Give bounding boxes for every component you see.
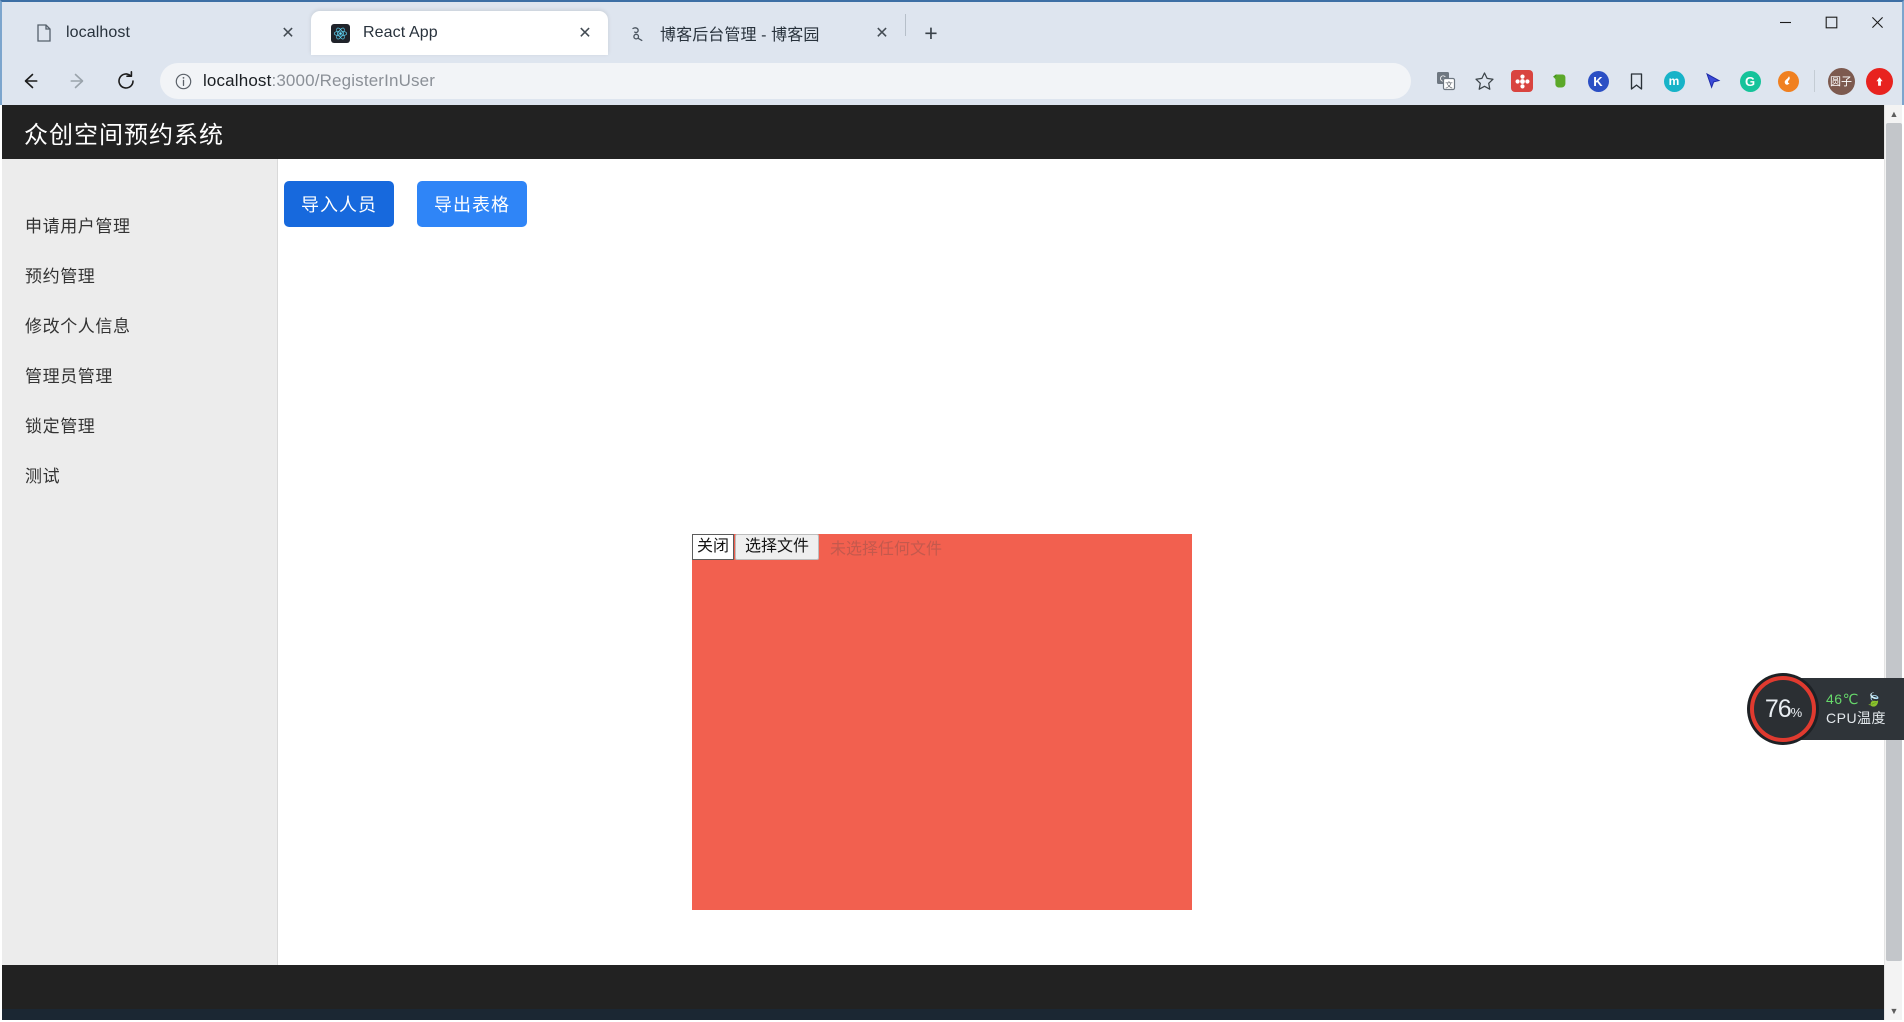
import-personnel-button[interactable]: 导入人员 (284, 181, 394, 227)
tab-strip: localhost ✕ React App ✕ 博客后台管理 - 博客园 ✕ + (2, 4, 1904, 55)
browser-chrome: localhost ✕ React App ✕ 博客后台管理 - 博客园 ✕ +… (0, 0, 1904, 105)
leaf-icon: 🍃 (1865, 691, 1882, 707)
app-body: 申请用户管理 预约管理 修改个人信息 管理员管理 锁定管理 测试 导入人员 导出… (2, 159, 1886, 965)
browser-window: localhost ✕ React App ✕ 博客后台管理 - 博客园 ✕ +… (0, 0, 1904, 1022)
back-button[interactable] (10, 61, 50, 101)
kingsoft-extension-icon[interactable]: K (1581, 64, 1615, 98)
page-scrollbar[interactable]: ▲ ▼ (1884, 105, 1902, 1020)
sidebar-item-reservation-management[interactable]: 预约管理 (2, 249, 277, 299)
tab-label: React App (363, 24, 438, 41)
scrollbar-thumb[interactable] (1886, 123, 1902, 961)
star-icon[interactable] (1467, 64, 1501, 98)
avatar-label: 圆子 (1827, 67, 1855, 95)
cpu-monitor-widget[interactable]: 76% 46℃ 🍃 CPU温度 (1750, 676, 1904, 742)
tab-divider (905, 14, 906, 36)
action-toolbar: 导入人员 导出表格 (278, 181, 1886, 227)
maximize-icon[interactable] (1808, 4, 1854, 40)
cpu-usage-number: 76 (1764, 694, 1792, 723)
address-bar[interactable]: localhost:3000/RegisterInUser (160, 63, 1411, 99)
tab-localhost[interactable]: localhost ✕ (14, 11, 311, 55)
sidebar-item-lock-management[interactable]: 锁定管理 (2, 399, 277, 449)
metamask-extension-icon[interactable]: m (1657, 64, 1691, 98)
grammarly-extension-icon[interactable]: G (1733, 64, 1767, 98)
cpu-temp-row: 46℃ 🍃 (1826, 690, 1886, 709)
profile-avatar-yuanzi[interactable]: 圆子 (1824, 64, 1858, 98)
page-content: 众创空间预约系统 申请用户管理 预约管理 修改个人信息 管理员管理 锁定管理 测… (2, 105, 1886, 1020)
forward-button[interactable] (58, 61, 98, 101)
tab-close-icon[interactable]: ✕ (275, 20, 301, 46)
url-host: localhost (203, 71, 272, 90)
scroll-down-arrow-icon[interactable]: ▼ (1885, 1002, 1903, 1020)
choose-file-button[interactable]: 选择文件 (735, 534, 820, 560)
react-icon (331, 23, 350, 43)
reload-button[interactable] (106, 61, 146, 101)
sidebar-item-edit-profile[interactable]: 修改个人信息 (2, 299, 277, 349)
page-icon (34, 24, 53, 43)
tab-close-icon[interactable]: ✕ (869, 20, 895, 46)
bookmark-manager-icon[interactable] (1619, 64, 1653, 98)
translate-icon[interactable]: G 文 (1429, 64, 1463, 98)
app-title: 众创空间预约系统 (24, 121, 224, 149)
main-content: 导入人员 导出表格 关闭 选择文件 未选择任何文件 (278, 159, 1886, 965)
cpu-usage-gauge: 76% (1750, 676, 1816, 742)
evernote-extension-icon[interactable] (1543, 64, 1577, 98)
no-file-selected-label: 未选择任何文件 (830, 541, 943, 558)
profile-avatar-red[interactable] (1862, 64, 1896, 98)
cpu-stats: 46℃ 🍃 CPU温度 (1826, 690, 1886, 728)
upload-dialog-toolbar: 关闭 选择文件 未选择任何文件 (692, 534, 1192, 560)
tab-react-app[interactable]: React App ✕ (311, 11, 608, 55)
browser-toolbar: localhost:3000/RegisterInUser G 文 K m G … (2, 55, 1904, 107)
omnibox-actions: G 文 (1427, 64, 1503, 98)
extensions-divider (1814, 70, 1815, 92)
tab-close-icon[interactable]: ✕ (572, 20, 598, 46)
minimize-icon[interactable] (1762, 4, 1808, 40)
cursor-tool-extension-icon[interactable] (1695, 64, 1729, 98)
tab-label: localhost (66, 24, 131, 41)
close-dialog-button[interactable]: 关闭 (692, 534, 735, 560)
cpu-temperature-label: CPU温度 (1826, 710, 1887, 726)
new-tab-button[interactable]: + (914, 16, 948, 50)
close-icon[interactable] (1854, 4, 1900, 40)
app-footer-strip (2, 1009, 1886, 1020)
tab-label: 博客后台管理 - 博客园 (660, 27, 820, 44)
export-table-button[interactable]: 导出表格 (417, 181, 527, 227)
extensions-bar: K m G 圆子 (1503, 64, 1898, 98)
sidebar-item-admin-management[interactable]: 管理员管理 (2, 349, 277, 399)
window-controls (1762, 4, 1900, 40)
tab-cnblogs[interactable]: 博客后台管理 - 博客园 ✕ (608, 11, 905, 55)
cpu-temperature-value: 46℃ (1826, 691, 1859, 708)
info-circle-icon[interactable] (172, 70, 194, 92)
cpu-usage-value: 76% (1764, 694, 1803, 724)
fire-extension-icon[interactable] (1771, 64, 1805, 98)
scroll-up-arrow-icon[interactable]: ▲ (1885, 105, 1903, 123)
cpu-usage-percent-sign: % (1790, 704, 1803, 720)
sidebar: 申请用户管理 预约管理 修改个人信息 管理员管理 锁定管理 测试 (2, 159, 278, 965)
sidebar-item-test[interactable]: 测试 (2, 449, 277, 499)
url-path: :3000/RegisterInUser (271, 71, 436, 90)
app-footer (2, 965, 1886, 1020)
sidebar-item-apply-user-management[interactable]: 申请用户管理 (2, 199, 277, 249)
url-display: localhost:3000/RegisterInUser (203, 71, 435, 91)
app-header: 众创空间预约系统 (2, 105, 1886, 159)
svg-text:文: 文 (1445, 79, 1453, 89)
cnblogs-icon (628, 24, 647, 43)
screenshot-extension-icon[interactable] (1505, 64, 1539, 98)
upload-dialog: 关闭 选择文件 未选择任何文件 (692, 534, 1192, 910)
file-input[interactable]: 选择文件 未选择任何文件 (735, 534, 942, 560)
